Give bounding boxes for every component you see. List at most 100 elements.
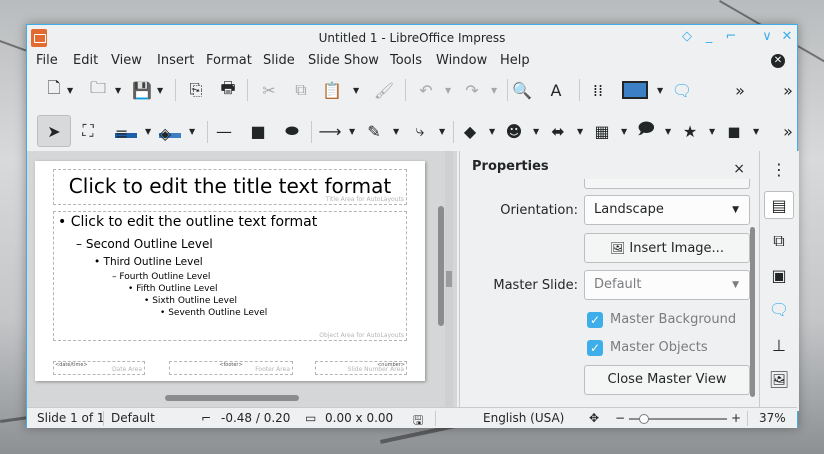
paste-icon[interactable]: 📋 [319,77,345,103]
open-dropdown-icon[interactable]: ▼ [115,86,121,95]
footer-placeholder[interactable]: <footer> Footer Area [169,361,293,375]
fit-slide-icon[interactable]: ✥ [589,411,599,425]
master-slides-icon[interactable]: 🗨 [764,295,794,323]
master-background-checkbox[interactable]: ✓ [587,312,603,328]
zoom-slider[interactable] [629,414,727,424]
block-arrows-dropdown-icon[interactable]: ▼ [577,127,583,136]
menu-insert[interactable]: Insert [157,53,194,68]
export-pdf-icon[interactable]: ⎘ [183,77,209,103]
grid-icon[interactable]: ⁞⁞ [585,77,611,103]
master-slide-select[interactable]: Default ▼ [584,270,750,300]
open-folder-icon[interactable]: 🗀 [85,77,111,103]
redo-dropdown-icon[interactable]: ▼ [491,86,497,95]
stars-dropdown-icon[interactable]: ▼ [709,127,715,136]
cut-icon[interactable]: ✂ [256,77,282,103]
slide-canvas[interactable]: Click to edit the title text format Titl… [35,161,425,381]
ellipse-tool-icon[interactable]: ⬬ [279,118,305,144]
close-window-icon[interactable]: ✕ [779,29,795,45]
menu-edit[interactable]: Edit [73,53,98,68]
basic-shapes-icon[interactable]: ◆ [457,118,483,144]
clone-formatting-icon[interactable]: 🖌 [371,77,397,103]
vertical-scrollbar[interactable] [438,206,444,326]
line-tool-icon[interactable]: — [211,118,237,144]
slide-number-placeholder[interactable]: <number> Slide Number Area [315,361,407,375]
animation-icon[interactable]: ▣ [764,261,794,289]
callouts-icon[interactable]: 🗩 [633,118,659,144]
menu-tools[interactable]: Tools [390,53,422,68]
splitter-handle[interactable] [446,271,452,287]
gallery-icon[interactable]: 🖼 [764,365,794,393]
callouts-dropdown-icon[interactable]: ▼ [665,127,671,136]
redo-icon[interactable]: ↷ [459,77,485,103]
master-name[interactable]: Default [111,411,155,425]
save-icon[interactable]: 💾 [129,77,155,103]
menu-slide[interactable]: Slide [263,53,295,68]
shade-icon[interactable]: ∨ [759,29,775,45]
close-sidebar-icon[interactable]: × [733,161,745,177]
maximize-icon[interactable]: ⌐ [723,29,739,45]
zoom-pan-icon[interactable]: ⛶ [75,118,101,144]
line-color-icon[interactable]: ≡ [113,118,139,144]
title-placeholder[interactable]: Click to edit the title text format Titl… [53,169,407,205]
menu-window[interactable]: Window [436,53,487,68]
flowchart-dropdown-icon[interactable]: ▼ [621,127,627,136]
select-arrow-icon[interactable]: ➤ [37,115,71,147]
display-views-icon[interactable] [617,77,653,103]
close-document-icon[interactable]: ✕ [771,54,785,68]
slide-transition-icon[interactable]: ⧉ [764,227,794,255]
symbol-shapes-dropdown-icon[interactable]: ▼ [533,127,539,136]
sidebar-splitter[interactable] [445,151,453,411]
horizontal-scrollbar[interactable] [165,395,299,401]
outline-placeholder[interactable]: • Click to edit the outline text format … [53,211,407,341]
undo-dropdown-icon[interactable]: ▼ [445,86,451,95]
block-arrows-icon[interactable]: ⬌ [545,118,571,144]
menu-view[interactable]: View [111,53,142,68]
properties-scrollbar[interactable] [750,227,755,397]
display-views-dropdown-icon[interactable]: ▼ [657,86,663,95]
fill-color-icon[interactable]: ◈ [157,118,183,144]
insert-image-button[interactable]: 🖼 Insert Image... [584,233,750,263]
menu-file[interactable]: File [36,53,58,68]
curves-polygons-icon[interactable]: ✎ [361,118,387,144]
lines-arrows-dropdown-icon[interactable]: ▼ [349,127,355,136]
copy-icon[interactable]: ⧉ [288,77,314,103]
partial-hidden-button[interactable] [584,179,750,189]
3d-objects-icon[interactable]: ◼ [721,118,747,144]
keep-above-icon[interactable]: ◇ [679,29,695,45]
zoom-out-button[interactable]: − [615,411,625,425]
comment-icon[interactable]: 🗨 [669,77,695,103]
spelling-icon[interactable]: A [543,77,569,103]
stars-icon[interactable]: ★ [677,118,703,144]
undo-icon[interactable]: ↶ [413,77,439,103]
new-document-icon[interactable]: 🗋 [41,77,67,103]
properties-deck-icon[interactable]: ▤ [764,191,794,219]
basic-shapes-dropdown-icon[interactable]: ▼ [489,127,495,136]
connectors-icon[interactable]: ⤷ [407,118,433,144]
minimize-icon[interactable]: _ [701,29,717,45]
more-standard-tools-icon[interactable]: » [727,77,753,103]
styles-icon[interactable]: ⊥ [764,331,794,359]
date-placeholder[interactable]: <date/time> Date Area [53,361,145,375]
line-color-dropdown-icon[interactable]: ▼ [145,127,151,136]
save-status-icon[interactable]: 🖫 [413,411,423,432]
close-master-view-button[interactable]: Close Master View [584,365,750,395]
menu-format[interactable]: Format [206,53,252,68]
rectangle-tool-icon[interactable]: ■ [245,118,271,144]
curves-dropdown-icon[interactable]: ▼ [393,127,399,136]
flowchart-icon[interactable]: ▦ [589,118,615,144]
connectors-dropdown-icon[interactable]: ▼ [439,127,445,136]
print-icon[interactable]: 🖶 [215,77,241,103]
menu-slide-show[interactable]: Slide Show [308,53,379,68]
sidebar-menu-icon[interactable]: ⋮ [764,155,794,183]
symbol-shapes-icon[interactable]: ☻ [501,118,527,144]
master-objects-checkbox[interactable]: ✓ [587,340,603,356]
menu-help[interactable]: Help [500,53,530,68]
paste-dropdown-icon[interactable]: ▼ [353,86,359,95]
more-toolbar-icon[interactable]: » [775,77,801,103]
fill-color-dropdown-icon[interactable]: ▼ [189,127,195,136]
new-dropdown-icon[interactable]: ▼ [67,86,73,95]
lines-arrows-icon[interactable]: ⟶ [317,118,343,144]
3d-objects-dropdown-icon[interactable]: ▼ [753,127,759,136]
more-drawing-tools-icon[interactable]: » [775,118,801,144]
language[interactable]: English (USA) [483,411,564,425]
